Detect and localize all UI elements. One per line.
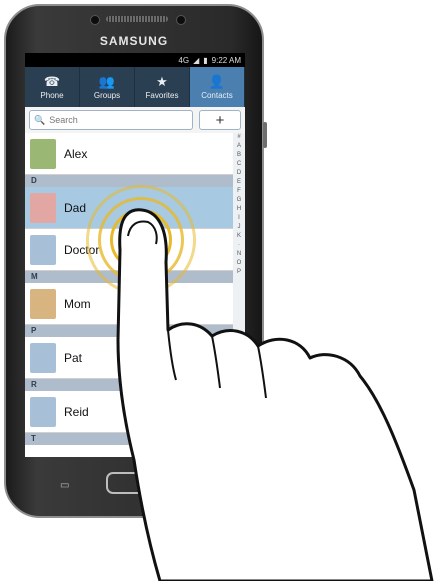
pointing-hand-illustration xyxy=(116,208,434,581)
